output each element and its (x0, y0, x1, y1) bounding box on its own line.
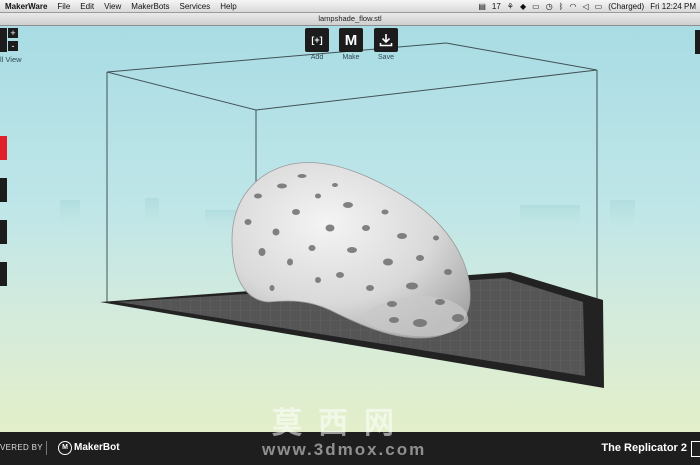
look-tool-button[interactable] (0, 136, 7, 160)
right-panel-button[interactable] (695, 30, 700, 54)
bluetooth-icon[interactable]: ᛒ (559, 2, 564, 11)
add-label: Add (310, 54, 324, 61)
dropbox-icon[interactable]: ◆ (520, 2, 526, 11)
battery-icon[interactable]: ▭ (595, 2, 603, 11)
menu-help[interactable]: Help (215, 2, 241, 11)
make-tool[interactable]: M Make (339, 28, 363, 61)
rotate-tool-button[interactable] (0, 220, 7, 244)
home-view-label: ll View (0, 55, 22, 64)
evernote-icon[interactable]: ⚘ (507, 2, 514, 11)
zoom-in-button[interactable]: + (8, 28, 18, 38)
device-icon[interactable] (691, 441, 700, 457)
menu-makerbots[interactable]: MakerBots (126, 2, 174, 11)
timemachine-icon[interactable]: ◷ (546, 2, 553, 11)
scene-svg (60, 42, 635, 388)
menu-services[interactable]: Services (175, 2, 216, 11)
wifi-icon[interactable]: ◠ (569, 2, 576, 11)
download-icon[interactable] (374, 28, 398, 52)
display-icon[interactable]: ▭ (532, 2, 540, 11)
menu-file[interactable]: File (52, 2, 75, 11)
add-icon[interactable]: [+] (305, 28, 329, 52)
menu-view[interactable]: View (99, 2, 126, 11)
move-tool-button[interactable] (0, 178, 7, 202)
device-name[interactable]: The Replicator 2 (601, 442, 687, 454)
add-tool[interactable]: [+] Add (305, 28, 329, 61)
3d-viewport[interactable] (0, 26, 700, 432)
makerbot-logo-icon: M (58, 441, 72, 455)
divider (46, 441, 47, 455)
make-label: Make (342, 54, 360, 61)
makerbot-brand: MakerBot (74, 442, 120, 453)
powered-by-text: VERED BY (0, 443, 43, 452)
notification-count: 17 (491, 1, 501, 11)
watermark-url: www.3dmox.com (262, 440, 427, 459)
battery-status: (Charged) (608, 1, 645, 11)
home-view-button[interactable] (0, 28, 7, 52)
window-title: lampshade_flow.stl (0, 13, 700, 26)
save-tool[interactable]: Save (374, 28, 398, 61)
clock[interactable]: Fri 12:24 PM (650, 2, 696, 11)
scale-tool-button[interactable] (0, 262, 7, 286)
make-icon[interactable]: M (339, 28, 363, 52)
watermark-chinese: 莫西网 (272, 406, 410, 441)
menu-bar: MakerWare File Edit View MakerBots Servi… (0, 0, 700, 13)
zoom-out-button[interactable]: - (8, 41, 18, 51)
menu-edit[interactable]: Edit (75, 2, 99, 11)
app-menu[interactable]: MakerWare (0, 2, 52, 11)
volume-icon[interactable]: ◁ (582, 2, 588, 11)
notification-icon[interactable]: ▤ (478, 2, 486, 11)
save-label: Save (378, 54, 394, 61)
status-area: ▤ 17 ⚘ ◆ ▭ ◷ ᛒ ◠ ◁ ▭ (Charged) Fri 12:24… (478, 2, 700, 11)
